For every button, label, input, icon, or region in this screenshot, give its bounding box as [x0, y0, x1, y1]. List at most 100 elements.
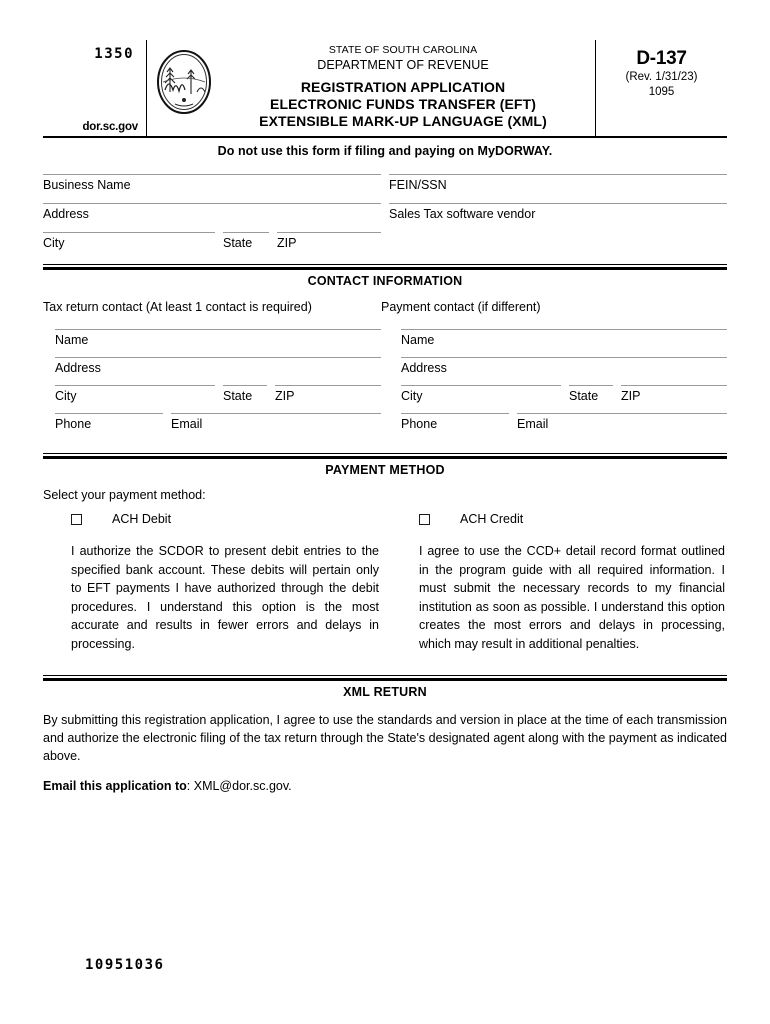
tax-contact-address-field[interactable]: Address: [55, 357, 381, 377]
form-number: D-137: [636, 48, 687, 69]
tax-contact-name-field[interactable]: Name: [55, 329, 381, 349]
payment-contact-zip-label: ZIP: [621, 389, 641, 403]
payment-contact-heading: Payment contact (if different): [381, 300, 541, 314]
ach-credit-label: ACH Credit: [460, 512, 524, 526]
business-row-name: Business Name FEIN/SSN: [43, 174, 727, 194]
form-header: 1350 dor.sc.gov STATE OF SOUTH CAROLINA …: [43, 40, 727, 138]
payment-contact-row-phoneemail: Phone Email: [401, 413, 727, 433]
tax-contact-phone-field[interactable]: Phone: [55, 413, 163, 433]
business-info-section: Business Name FEIN/SSN Address Sales Tax…: [43, 174, 727, 252]
ach-credit-description: I agree to use the CCD+ detail record fo…: [419, 544, 725, 651]
ach-credit-option-row[interactable]: ACH Credit: [419, 512, 727, 526]
mydorway-notice: Do not use this form if filing and payin…: [217, 144, 553, 158]
vendor-line[interactable]: Sales Tax software vendor: [389, 203, 727, 223]
header-titles: STATE OF SOUTH CAROLINA DEPARTMENT OF RE…: [221, 44, 595, 130]
payment-contact-city-field[interactable]: City: [401, 385, 561, 405]
payment-contact-city-label: City: [401, 389, 423, 403]
tax-return-contact-block: Name Address City State ZIP Phone Email: [43, 329, 381, 441]
form-barcode-bottom: 10951036: [85, 957, 165, 973]
header-right-block: D-137 (Rev. 1/31/23) 1095: [595, 40, 727, 136]
business-city-field[interactable]: City: [43, 232, 215, 252]
form-title-line-2: ELECTRONIC FUNDS TRANSFER (EFT): [270, 96, 536, 112]
business-name-field[interactable]: Business Name: [43, 174, 381, 194]
empty-cell: [389, 232, 727, 252]
payment-contact-phone-label: Phone: [401, 417, 438, 431]
vendor-field[interactable]: Sales Tax software vendor: [389, 203, 727, 223]
payment-contact-state-field[interactable]: State: [569, 385, 613, 405]
header-center-block: STATE OF SOUTH CAROLINA DEPARTMENT OF RE…: [147, 40, 595, 136]
fein-ssn-line[interactable]: FEIN/SSN: [389, 174, 727, 194]
payment-contact-address-label: Address: [401, 361, 447, 375]
tax-contact-email-label: Email: [171, 417, 203, 431]
tax-contact-name-label: Name: [55, 333, 89, 347]
tax-contact-row-name: Name: [55, 329, 381, 349]
form-code: 1095: [648, 86, 675, 98]
ach-debit-label: ACH Debit: [112, 512, 172, 526]
seal-container: [147, 44, 221, 116]
business-zip-field[interactable]: ZIP: [277, 232, 381, 252]
form-page: 1350 dor.sc.gov STATE OF SOUTH CAROLINA …: [0, 0, 770, 1024]
payment-section-title: PAYMENT METHOD: [325, 463, 445, 477]
ach-debit-description: I authorize the SCDOR to present debit e…: [71, 544, 379, 651]
payment-contact-row-name: Name: [401, 329, 727, 349]
fein-ssn-label: FEIN/SSN: [389, 178, 447, 192]
tax-contact-address-label: Address: [55, 361, 101, 375]
contact-headings: Tax return contact (At least 1 contact i…: [43, 299, 727, 315]
business-name-label: Business Name: [43, 178, 131, 192]
tax-contact-zip-field[interactable]: ZIP: [275, 385, 381, 405]
tax-contact-city-label: City: [55, 389, 77, 403]
payment-contact-name-label: Name: [401, 333, 435, 347]
ach-credit-checkbox-icon[interactable]: [419, 513, 430, 525]
business-address-label: Address: [43, 207, 89, 221]
business-city-label: City: [43, 236, 65, 250]
tax-contact-city-field[interactable]: City: [55, 385, 215, 405]
department-name: DEPARTMENT OF REVENUE: [317, 58, 489, 72]
payment-option-columns: ACH Debit I authorize the SCDOR to prese…: [43, 512, 727, 653]
header-left-block: 1350 dor.sc.gov: [43, 40, 147, 136]
payment-contact-row-citystatezip: City State ZIP: [401, 385, 727, 405]
payment-contact-block: Name Address City State ZIP Phone Email: [389, 329, 727, 441]
business-address-line[interactable]: Address: [43, 203, 381, 223]
ach-debit-checkbox-icon[interactable]: [71, 513, 82, 525]
payment-contact-address-field[interactable]: Address: [401, 357, 727, 377]
form-revision: (Rev. 1/31/23): [625, 71, 698, 83]
xml-email-separator: :: [186, 779, 194, 793]
business-citystatezip-group: City State ZIP: [43, 232, 381, 252]
business-zip-label: ZIP: [277, 236, 297, 250]
xml-email-address[interactable]: XML@dor.sc.gov.: [194, 779, 292, 793]
payment-contact-name-field[interactable]: Name: [401, 329, 727, 349]
vendor-label: Sales Tax software vendor: [389, 207, 536, 221]
payment-contact-row-address: Address: [401, 357, 727, 377]
payment-contact-phone-field[interactable]: Phone: [401, 413, 509, 433]
form-barcode-top: 1350: [94, 46, 134, 62]
business-name-line[interactable]: Business Name: [43, 174, 381, 194]
tax-contact-row-address: Address: [55, 357, 381, 377]
payment-method-prompt: Select your payment method:: [43, 488, 206, 502]
tax-contact-state-field[interactable]: State: [223, 385, 267, 405]
payment-contact-email-field[interactable]: Email: [517, 413, 727, 433]
tax-return-contact-heading: Tax return contact (At least 1 contact i…: [43, 300, 312, 314]
payment-contact-zip-field[interactable]: ZIP: [621, 385, 727, 405]
ach-debit-option-row[interactable]: ACH Debit: [71, 512, 381, 526]
business-address-field[interactable]: Address: [43, 203, 381, 223]
xml-section-title: XML RETURN: [343, 685, 427, 699]
tax-contact-email-field[interactable]: Email: [171, 413, 381, 433]
business-state-field[interactable]: State: [223, 232, 269, 252]
tax-contact-zip-label: ZIP: [275, 389, 295, 403]
xml-email-prefix: Email this application to: [43, 779, 187, 793]
state-name: STATE OF SOUTH CAROLINA: [328, 44, 478, 56]
xml-email-line: Email this application to: XML@dor.sc.go…: [43, 765, 727, 793]
tax-contact-phone-label: Phone: [55, 417, 92, 431]
agency-website[interactable]: dor.sc.gov: [82, 121, 138, 133]
business-row-address: Address Sales Tax software vendor: [43, 203, 727, 223]
state-seal-icon: [157, 50, 211, 114]
business-state-label: State: [223, 236, 253, 250]
payment-contact-email-label: Email: [517, 417, 549, 431]
fein-ssn-field[interactable]: FEIN/SSN: [389, 174, 727, 194]
ach-credit-option-block: ACH Credit I agree to use the CCD+ detai…: [389, 512, 727, 653]
tax-contact-state-label: State: [223, 389, 253, 403]
form-sheet: 1350 dor.sc.gov STATE OF SOUTH CAROLINA …: [43, 40, 727, 793]
